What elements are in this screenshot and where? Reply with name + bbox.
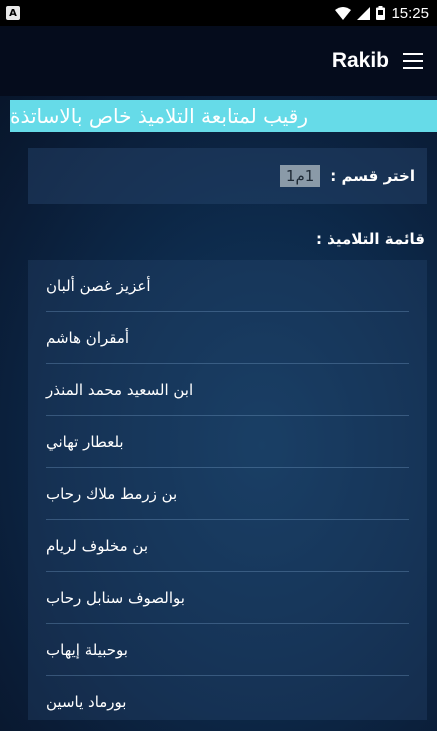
list-item[interactable]: أعزيز غصن ألبان (46, 260, 409, 312)
list-item[interactable]: بورماد ياسين (46, 676, 409, 720)
signal-icon (357, 6, 371, 20)
section-select[interactable]: 1م1 (279, 165, 321, 187)
list-item[interactable]: بلعطار تهاني (46, 416, 409, 468)
section-picker-label: اختر قسم : (330, 167, 415, 185)
section-picker-card: 1م1 اختر قسم : (28, 148, 427, 204)
hamburger-menu-icon[interactable] (403, 53, 423, 69)
battery-icon (376, 6, 386, 20)
app-banner: رقيب لمتابعة التلاميذ خاص بالاساتذة (10, 100, 437, 132)
clock: 15:25 (391, 4, 429, 22)
student-list[interactable]: أعزيز غصن ألبان أمقران هاشم ابن السعيد م… (28, 260, 427, 720)
app-bar: Rakib (0, 26, 437, 96)
list-item[interactable]: بن مخلوف لريام (46, 520, 409, 572)
list-item[interactable]: بوالصوف سنابل رحاب (46, 572, 409, 624)
status-bar: A 15:25 (0, 0, 437, 26)
notification-icon: A (6, 6, 20, 20)
list-item[interactable]: بن زرمط ملاك رحاب (46, 468, 409, 520)
main-content: رقيب لمتابعة التلاميذ خاص بالاساتذة 1م1 … (0, 96, 437, 731)
list-item[interactable]: بوحبيلة إيهاب (46, 624, 409, 676)
list-item[interactable]: ابن السعيد محمد المنذر (46, 364, 409, 416)
list-item[interactable]: أمقران هاشم (46, 312, 409, 364)
banner-text: رقيب لمتابعة التلاميذ خاص بالاساتذة (10, 104, 309, 128)
app-title: Rakib (331, 49, 389, 72)
wifi-icon (335, 6, 352, 20)
student-list-heading: قائمة التلاميذ : (315, 230, 425, 248)
